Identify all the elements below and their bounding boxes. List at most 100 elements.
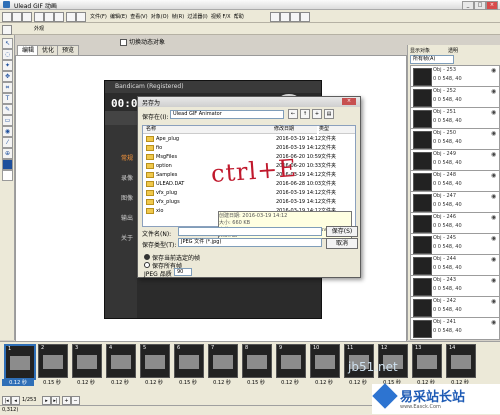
frame-cell[interactable]: 6 0.15 秒 <box>172 344 204 394</box>
up-folder-icon[interactable]: ↑ <box>300 109 310 119</box>
frame-cell[interactable]: 8 0.15 秒 <box>240 344 272 394</box>
object-row[interactable]: Obj - 245 0 0 548, 40 ◉ <box>410 233 500 256</box>
object-row[interactable]: Obj - 249 0 0 548, 40 ◉ <box>410 149 500 172</box>
frame-cell[interactable]: 7 0.12 秒 <box>206 344 238 394</box>
delete-frame-icon[interactable]: − <box>71 396 80 405</box>
object-row[interactable]: Obj - 251 0 0 548, 40 ◉ <box>410 107 500 130</box>
crop-tool-icon[interactable]: ⌗ <box>2 82 13 93</box>
new-folder-icon[interactable]: + <box>312 109 322 119</box>
wand-tool-icon[interactable]: ✦ <box>2 60 13 71</box>
fill-tool-icon[interactable]: ◉ <box>2 126 13 137</box>
select-tool-icon[interactable]: ↖ <box>2 38 13 49</box>
stop-icon[interactable] <box>280 12 290 22</box>
paste-icon[interactable] <box>54 12 64 22</box>
eye-icon[interactable]: ◉ <box>491 88 496 95</box>
menu-edit[interactable]: 编辑(E) <box>110 14 127 20</box>
frame-select[interactable]: 所有帧(A) <box>410 55 454 64</box>
tab-preview[interactable]: 预览 <box>57 45 80 55</box>
file-row[interactable]: Ape_plug 2016-03-19 14:12 文件夹 <box>146 135 352 143</box>
object-row[interactable]: Obj - 242 0 0 548, 40 ◉ <box>410 296 500 319</box>
eye-icon[interactable]: ◉ <box>491 277 496 284</box>
save-button[interactable]: 保存(S) <box>326 226 358 237</box>
copy-icon[interactable] <box>44 12 54 22</box>
bandicam-menu-video[interactable]: 录像 <box>121 173 133 182</box>
object-row[interactable]: Obj - 241 0 0 548, 40 ◉ <box>410 317 500 340</box>
object-row[interactable]: Obj - 250 0 0 548, 40 ◉ <box>410 128 500 151</box>
object-row[interactable]: Obj - 253 0 0 548, 40 ◉ <box>410 65 500 88</box>
frame-cell[interactable]: 5 0.12 秒 <box>138 344 170 394</box>
foreground-color-swatch[interactable] <box>2 159 13 170</box>
menu-object[interactable]: 对象(O) <box>151 14 169 20</box>
dialog-close-button[interactable]: × <box>342 98 356 105</box>
last-frame-icon[interactable]: ▸| <box>51 396 60 405</box>
filename-input[interactable] <box>178 227 322 236</box>
pointer-icon[interactable] <box>2 25 12 35</box>
eye-icon[interactable]: ◉ <box>491 319 496 326</box>
filetype-select[interactable]: JPEG 文件 (*.jpg) <box>178 238 322 247</box>
eye-icon[interactable]: ◉ <box>491 214 496 221</box>
open-icon[interactable] <box>12 12 22 22</box>
object-row[interactable]: Obj - 247 0 0 548, 40 ◉ <box>410 191 500 214</box>
maximize-button[interactable]: □ <box>474 1 486 10</box>
menu-view[interactable]: 查看(V) <box>130 14 147 20</box>
tab-optimize[interactable]: 优化 <box>37 45 60 55</box>
jpeg-quality-input[interactable]: 90 <box>174 268 192 276</box>
file-row[interactable]: vfx_plugs 2016-03-19 14:12 文件夹 <box>146 198 352 206</box>
eye-icon[interactable]: ◉ <box>491 130 496 137</box>
frame-cell[interactable]: 10 0.12 秒 <box>308 344 340 394</box>
frame-cell[interactable]: 3 0.12 秒 <box>70 344 102 394</box>
back-icon[interactable]: ← <box>288 109 298 119</box>
zoom-tool-icon[interactable]: ⊕ <box>2 148 13 159</box>
frame-cell[interactable]: 2 0.15 秒 <box>36 344 68 394</box>
bandicam-menu-general[interactable]: 常规 <box>121 153 133 162</box>
frame-cell[interactable]: 4 0.12 秒 <box>104 344 136 394</box>
eye-icon[interactable]: ◉ <box>491 67 496 74</box>
eye-icon[interactable]: ◉ <box>491 172 496 179</box>
eye-icon[interactable]: ◉ <box>491 298 496 305</box>
menu-video-fx[interactable]: 视频 F/X <box>211 14 231 20</box>
add-frame-icon[interactable]: + <box>62 396 71 405</box>
minimize-button[interactable]: _ <box>462 1 474 10</box>
column-name[interactable]: 名称 <box>143 126 274 134</box>
object-row[interactable]: Obj - 243 0 0 548, 40 ◉ <box>410 275 500 298</box>
object-row[interactable]: Obj - 248 0 0 548, 40 ◉ <box>410 170 500 193</box>
file-row[interactable]: fio 2016-03-19 14:12 文件夹 <box>146 144 352 152</box>
prev-frame-icon[interactable] <box>290 12 300 22</box>
close-button[interactable]: × <box>486 1 498 10</box>
prev-icon[interactable]: ◂ <box>11 396 20 405</box>
eye-icon[interactable]: ◉ <box>491 256 496 263</box>
cancel-button[interactable]: 取消 <box>326 238 358 249</box>
text-tool-icon[interactable]: T <box>2 93 13 104</box>
cut-icon[interactable] <box>34 12 44 22</box>
tab-edit[interactable]: 编辑 <box>17 45 40 55</box>
bandicam-menu-about[interactable]: 关于 <box>121 233 133 242</box>
undo-icon[interactable] <box>66 12 76 22</box>
save-icon[interactable] <box>22 12 32 22</box>
object-row[interactable]: Obj - 252 0 0 548, 40 ◉ <box>410 86 500 109</box>
menu-file[interactable]: 文件(F) <box>90 14 107 20</box>
menu-filter[interactable]: 过滤器(I) <box>187 14 207 20</box>
next-icon[interactable]: ▸ <box>42 396 51 405</box>
eye-icon[interactable]: ◉ <box>491 193 496 200</box>
eyedropper-tool-icon[interactable]: ⁄ <box>2 137 13 148</box>
eye-icon[interactable]: ◉ <box>491 151 496 158</box>
background-color-swatch[interactable] <box>2 170 13 181</box>
menu-frame[interactable]: 帧(R) <box>172 14 184 20</box>
lasso-tool-icon[interactable]: ◌ <box>2 49 13 60</box>
object-row[interactable]: Obj - 246 0 0 548, 40 ◉ <box>410 212 500 235</box>
first-frame-icon[interactable]: |◂ <box>2 396 11 405</box>
eraser-tool-icon[interactable]: ▭ <box>2 115 13 126</box>
save-in-select[interactable]: Ulead GIF Animator <box>170 110 284 119</box>
eye-icon[interactable]: ◉ <box>491 235 496 242</box>
play-icon[interactable] <box>270 12 280 22</box>
frame-cell[interactable]: 9 0.12 秒 <box>274 344 306 394</box>
menu-help[interactable]: 帮助 <box>234 14 244 20</box>
frame-cell[interactable]: 1 0.12 秒 <box>2 344 36 394</box>
next-frame-icon[interactable] <box>300 12 310 22</box>
bandicam-menu-image[interactable]: 图像 <box>121 193 133 202</box>
redo-icon[interactable] <box>76 12 86 22</box>
object-row[interactable]: Obj - 244 0 0 548, 40 ◉ <box>410 254 500 277</box>
new-icon[interactable] <box>2 12 12 22</box>
move-tool-icon[interactable]: ✥ <box>2 71 13 82</box>
brush-tool-icon[interactable]: ✎ <box>2 104 13 115</box>
